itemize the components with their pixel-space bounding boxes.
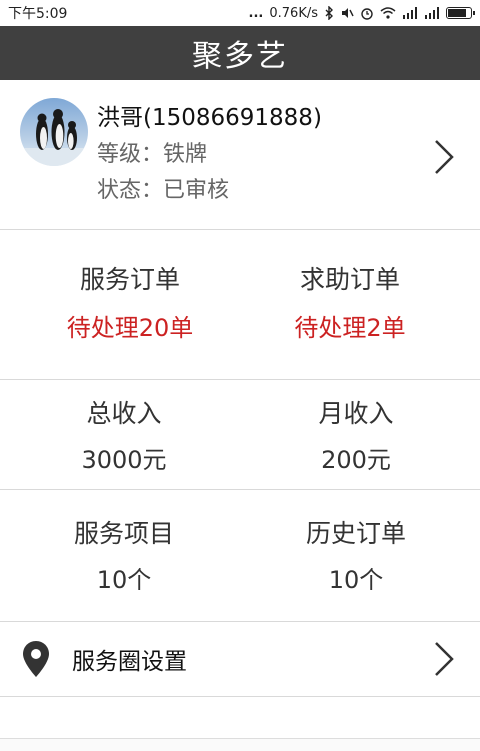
monthly-income-label: 月收入 (318, 399, 394, 428)
chevron-right-icon[interactable] (432, 138, 456, 176)
service-items-cell[interactable]: 服务项目 10个 (4, 514, 244, 595)
status-icons: ... 0.76K/s (248, 5, 475, 21)
service-orders-label: 服务订单 (79, 265, 180, 294)
page-title: 聚多艺 (192, 39, 288, 74)
profile-card[interactable]: 洪哥(15086691888) 等级：铁牌 状态：已审核 (0, 80, 480, 230)
status-bar: 下午5:09 ... 0.76K/s (0, 0, 480, 26)
service-circle-label: 服务圈设置 (72, 649, 187, 675)
service-circle-setting[interactable]: 服务圈设置 (0, 622, 480, 697)
chevron-right-icon[interactable] (432, 640, 456, 678)
signal-icon-1 (402, 7, 418, 19)
bottom-tab-bar (0, 738, 480, 751)
help-orders-label: 求助订单 (299, 265, 400, 294)
battery-icon (446, 7, 475, 19)
title-bar: 聚多艺 (0, 26, 480, 80)
history-orders-value: 10个 (328, 566, 384, 594)
wifi-icon (380, 7, 396, 19)
monthly-income-value: 200元 (321, 446, 391, 474)
history-orders-label: 历史订单 (305, 519, 406, 548)
profile-status: 状态：已审核 (97, 178, 230, 203)
location-pin-icon (23, 641, 49, 677)
help-orders-value: 待处理2单 (294, 314, 406, 342)
avatar[interactable] (20, 98, 88, 166)
service-items-value: 10个 (96, 566, 152, 594)
battery-fill (448, 9, 466, 17)
orders-row: 服务订单 待处理20单 求助订单 待处理2单 (0, 230, 480, 380)
service-orders-cell[interactable]: 服务订单 待处理20单 (10, 260, 250, 343)
history-orders-cell[interactable]: 历史订单 10个 (236, 514, 476, 595)
total-income-cell[interactable]: 总收入 3000元 (4, 394, 244, 475)
profile-name: 洪哥(15086691888) (97, 105, 322, 131)
network-speed: 0.76K/s (269, 5, 318, 21)
total-income-value: 3000元 (81, 446, 167, 474)
profile-level: 等级：铁牌 (97, 142, 208, 167)
service-orders-value: 待处理20单 (66, 314, 194, 342)
total-income-label: 总收入 (86, 399, 162, 428)
income-row: 总收入 3000元 月收入 200元 (0, 380, 480, 490)
alarm-icon (360, 6, 374, 20)
services-row: 服务项目 10个 历史订单 10个 (0, 490, 480, 622)
status-dots: ... (248, 5, 264, 21)
penguins-avatar-image (20, 98, 88, 166)
mute-icon (340, 6, 354, 20)
status-time: 下午5:09 (8, 6, 68, 22)
help-orders-cell[interactable]: 求助订单 待处理2单 (230, 260, 470, 343)
signal-icon-2 (424, 7, 440, 19)
service-items-label: 服务项目 (73, 519, 174, 548)
bluetooth-icon (324, 6, 334, 20)
monthly-income-cell[interactable]: 月收入 200元 (236, 394, 476, 475)
